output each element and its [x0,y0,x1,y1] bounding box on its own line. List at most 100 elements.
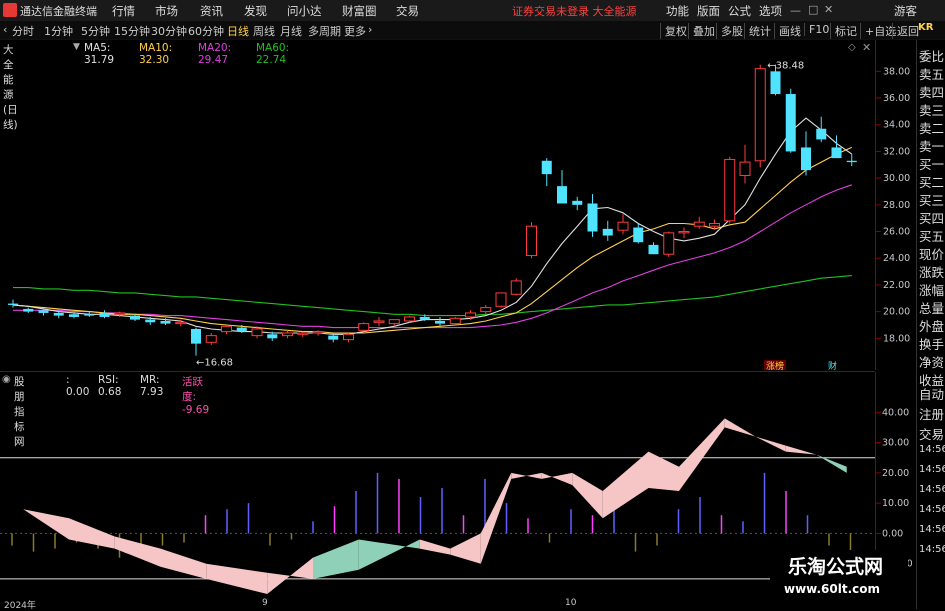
sidebar-item[interactable]: 卖三 [919,100,944,119]
collapse-icon[interactable]: ‹ [3,23,7,36]
sidebar-item[interactable]: 14:56 [919,524,945,535]
chart-toolbar: ‹ 分时 1分钟 5分钟 15分钟 30分钟 60分钟 日线 周线 月线 多周期… [0,21,945,40]
more-arrow-icon[interactable]: › [368,23,372,36]
candle-body [145,319,156,323]
app-logo-icon [3,3,17,17]
indicator-tick-label: 10.00 [882,498,909,509]
guest-button[interactable]: 游客 [894,3,917,19]
period-5min[interactable]: 5分钟 [81,23,110,39]
period-monthly[interactable]: 月线 [280,23,302,39]
period-weekly[interactable]: 周线 [253,23,275,39]
sidebar-item[interactable]: 交易 [919,424,944,443]
sidebar-item[interactable]: 买三 [919,190,944,209]
candle-body [343,333,354,341]
tool-adjust[interactable]: 复权 [660,23,687,39]
watermark: 乐淘公式网 www.60lt.com [770,550,908,604]
period-timeshare[interactable]: 分时 [12,23,34,39]
indicator-ribbon [572,472,603,519]
menu-options[interactable]: 选项 [759,3,782,19]
sidebar-item[interactable]: 外盘 [919,316,944,335]
candlestick-chart[interactable]: ←38.48 ←16.68 涨榜 财 [0,40,875,370]
menu-quotes[interactable]: 行情 [112,3,135,19]
tool-add-watchlist[interactable]: +自选 [860,23,896,39]
sidebar-item[interactable]: 14:56 [919,484,945,495]
candle-body [557,186,567,204]
sidebar-item[interactable]: 买一 [919,154,944,173]
sidebar-item[interactable]: 卖四 [919,82,944,101]
candle-body [495,292,507,307]
candle-body [724,158,736,222]
candle-body [404,316,415,322]
candle-body [236,327,247,332]
sidebar-item[interactable]: 14:56 [919,464,945,475]
indicator-tick-label: 30.00 [882,438,909,449]
menu-market[interactable]: 市场 [155,3,178,19]
sidebar-item[interactable]: 换手 [919,334,944,353]
tool-back[interactable]: 返回 [892,23,919,39]
period-daily[interactable]: 日线 [227,23,249,39]
candle-body [846,160,857,163]
candle-body [663,232,675,255]
period-60min[interactable]: 60分钟 [188,23,224,39]
sidebar-item[interactable]: 涨跌 [919,262,944,281]
login-notice[interactable]: 证券交易未登录 大全能源 [512,3,637,19]
minimize-icon[interactable]: — [790,4,801,17]
sidebar-item[interactable]: 委比 [919,46,944,65]
menu-trade[interactable]: 交易 [396,3,419,19]
sidebar-item[interactable]: 注册 [919,404,944,423]
sidebar-item[interactable]: 买四 [919,208,944,227]
menu-wealth[interactable]: 财富圈 [342,3,377,19]
candle-body [449,317,461,325]
sidebar-item[interactable]: 14:56 [919,544,945,555]
sidebar-item[interactable]: 自动 [919,384,944,403]
period-multi[interactable]: 多周期 [308,23,341,39]
sidebar-item[interactable]: 卖一 [919,136,944,155]
menu-discover[interactable]: 发现 [244,3,267,19]
indicator-ribbon [419,539,451,555]
period-more[interactable]: 更多 [344,23,366,39]
sidebar-item[interactable]: 14:56 [919,444,945,455]
menu-layout[interactable]: 版面 [697,3,720,19]
sidebar-item[interactable]: 14:56 [919,504,945,515]
price-tick-label: 30.00 [883,173,910,184]
sidebar-item[interactable]: 卖二 [919,118,944,137]
tool-mark[interactable]: 标记 [830,23,857,39]
tool-stats[interactable]: 统计 [744,23,771,39]
sidebar-item[interactable]: 买五 [919,226,944,245]
candle-body [739,161,751,176]
sidebar-item[interactable]: 净资 [919,352,944,371]
indicator-chart[interactable] [0,372,875,598]
menu-function[interactable]: 功能 [666,3,689,19]
sidebar-item[interactable]: 涨幅 [919,280,944,299]
price-tick-label: 28.00 [883,200,910,211]
badge-limit-up: 涨榜 [766,360,784,370]
low-price-label: ←16.68 [196,358,233,369]
period-30min[interactable]: 30分钟 [151,23,187,39]
sidebar-item[interactable]: 卖五 [919,64,944,83]
candle-body [526,225,537,257]
indicator-ribbon [755,436,786,452]
tool-draw[interactable]: 画线 [774,23,801,39]
close-icon[interactable]: ✕ [824,3,833,16]
sidebar-code: KR [918,22,934,33]
maximize-icon[interactable]: □ [808,3,818,16]
ma60-line [13,275,852,317]
indicator-ribbon [602,451,649,519]
menu-ask[interactable]: 问小达 [287,3,322,19]
candle-body [53,312,64,316]
tool-overlay[interactable]: 叠加 [688,23,715,39]
price-tick-label: 36.00 [883,93,910,104]
period-15min[interactable]: 15分钟 [114,23,150,39]
sidebar-item[interactable]: 总量 [919,298,944,317]
indicator-ribbon [450,533,481,564]
sidebar-item[interactable]: 现价 [919,244,944,263]
period-1min[interactable]: 1分钟 [44,23,73,39]
menu-formula[interactable]: 公式 [728,3,751,19]
candle-body [84,314,95,316]
candle-body [175,321,187,325]
menu-news[interactable]: 资讯 [200,3,223,19]
tool-f10[interactable]: F10 [804,23,829,36]
sidebar-item[interactable]: 买二 [919,172,944,191]
tool-multi-stock[interactable]: 多股 [716,23,743,39]
price-tick-label: 32.00 [883,146,910,157]
